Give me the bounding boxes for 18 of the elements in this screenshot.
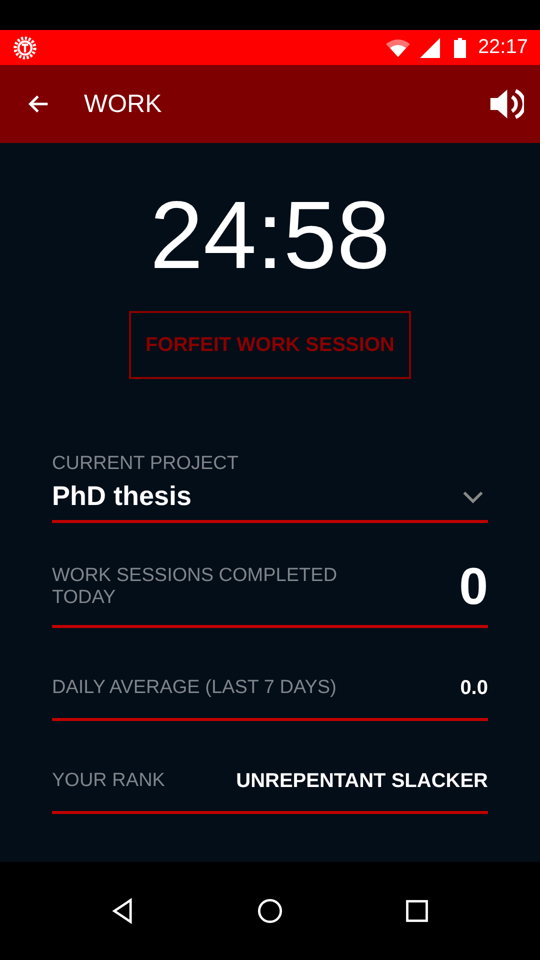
- project-label: CURRENT PROJECT: [52, 453, 240, 475]
- battery-icon: [454, 38, 466, 58]
- project-dropdown[interactable]: PhD thesis: [52, 481, 488, 512]
- stat-value: 0.0: [460, 676, 488, 700]
- screen-title: WORK: [84, 90, 163, 118]
- stat-label: WORK SESSIONS COMPLETED TODAY: [52, 565, 338, 609]
- stat-label: DAILY AVERAGE (LAST 7 DAYS): [52, 677, 336, 699]
- wifi-icon: [386, 38, 410, 58]
- signal-icon: [418, 38, 442, 58]
- home-circle-icon[interactable]: [256, 898, 283, 924]
- stat-value: UNREPENTANT SLACKER: [236, 770, 488, 792]
- chevron-down-icon: [462, 490, 484, 504]
- stat-label: YOUR RANK: [52, 770, 165, 792]
- gear-icon: [12, 34, 38, 60]
- status-time: 22:17: [478, 36, 528, 59]
- countdown-timer: 24:58: [150, 181, 390, 291]
- stat-value: 0: [459, 557, 488, 617]
- recents-square-icon[interactable]: [404, 898, 430, 924]
